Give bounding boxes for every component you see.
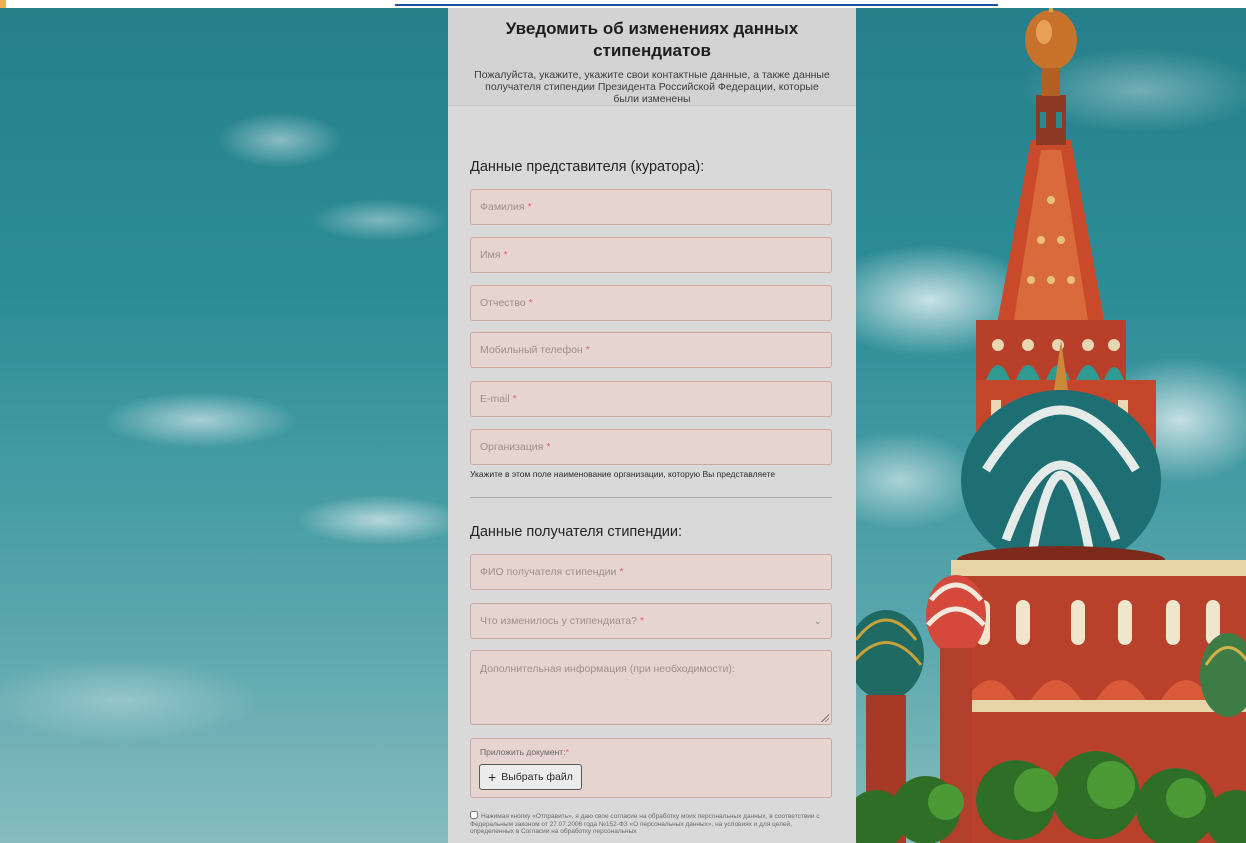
required-mark: *	[585, 344, 590, 356]
form-title: Уведомить об изменениях данных стипендиа…	[505, 19, 799, 60]
cathedral-illustration	[856, 0, 1246, 843]
patronymic-field[interactable]: Отчество *	[470, 285, 832, 321]
top-accent	[0, 0, 6, 8]
required-mark: *	[546, 441, 551, 453]
last-name-field[interactable]: Фамилия *	[470, 189, 832, 225]
email-field[interactable]: E-mail *	[470, 381, 832, 417]
form-header: Уведомить об изменениях данных стипендиа…	[448, 8, 856, 106]
attach-label-wrap: Приложить документ:*	[480, 747, 569, 757]
additional-info-textarea[interactable]: Дополнительная информация (при необходим…	[470, 650, 832, 725]
recipient-fio-field[interactable]: ФИО получателя стипендии *	[470, 554, 832, 590]
form-subtitle: Пожалуйста, укажите, укажите свои контак…	[474, 69, 830, 105]
phone-placeholder: Мобильный телефон	[480, 344, 583, 356]
consent-block: Нажимая кнопку «Отправить», я даю свое с…	[470, 811, 834, 836]
required-mark: *	[512, 393, 517, 405]
phone-field[interactable]: Мобильный телефон *	[470, 332, 832, 368]
resize-handle-icon[interactable]	[821, 714, 829, 722]
email-placeholder: E-mail	[480, 393, 510, 405]
first-name-field[interactable]: Имя *	[470, 237, 832, 273]
organization-hint: Укажите в этом поле наименование организ…	[470, 469, 776, 479]
form-panel: Уведомить об изменениях данных стипендиа…	[448, 8, 856, 843]
choose-file-label: Выбрать файл	[501, 771, 573, 783]
top-rule	[395, 4, 998, 6]
consent-text: Нажимая кнопку «Отправить», я даю свое с…	[470, 813, 820, 835]
chevron-down-icon: ⌄	[813, 615, 822, 627]
organization-field[interactable]: Организация *	[470, 429, 832, 465]
patronymic-placeholder: Отчество	[480, 297, 526, 309]
required-mark: *	[619, 566, 624, 578]
plus-icon: +	[488, 769, 497, 785]
required-mark: *	[528, 297, 533, 309]
required-mark: *	[527, 201, 532, 213]
change-select-placeholder: Что изменилось у стипендиата?	[480, 615, 637, 627]
required-mark: *	[639, 615, 645, 627]
required-mark: *	[565, 747, 569, 757]
organization-placeholder: Организация	[480, 441, 544, 453]
first-name-placeholder: Имя	[480, 249, 501, 261]
last-name-placeholder: Фамилия	[480, 201, 525, 213]
attach-document-box: Приложить документ:* + Выбрать файл	[470, 738, 832, 798]
consent-checkbox[interactable]	[470, 811, 478, 819]
attach-label: Приложить документ:	[480, 747, 566, 757]
trees-illustration	[856, 751, 1246, 843]
curator-section-title: Данные представителя (куратора):	[470, 159, 705, 175]
required-mark: *	[503, 249, 508, 261]
change-select[interactable]: Что изменилось у стипендиата? * ⌄	[470, 603, 832, 639]
recipient-section-title: Данные получателя стипендии:	[470, 524, 683, 540]
section-divider	[470, 497, 832, 498]
top-strip	[0, 0, 1246, 8]
additional-info-placeholder: Дополнительная информация (при необходим…	[480, 663, 735, 675]
recipient-fio-placeholder: ФИО получателя стипендии	[480, 566, 617, 578]
choose-file-button[interactable]: + Выбрать файл	[479, 764, 582, 790]
